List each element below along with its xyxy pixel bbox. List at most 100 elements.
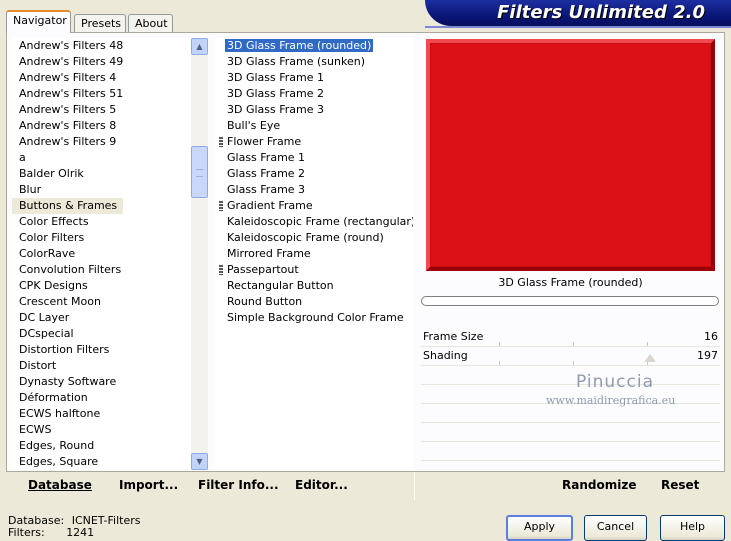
tab-navigator[interactable]: Navigator	[6, 10, 71, 33]
filter-item[interactable]: 3D Glass Frame 1	[215, 70, 413, 86]
param-empty-row	[421, 423, 720, 442]
category-item[interactable]: Andrew's Filters 4	[12, 70, 191, 86]
category-label: Distortion Filters	[19, 343, 110, 356]
category-label: Balder Olrik	[19, 167, 84, 180]
filter-item[interactable]: 3D Glass Frame 2	[215, 86, 413, 102]
scroll-thumb[interactable]	[191, 146, 208, 198]
category-item[interactable]: Distortion Filters	[12, 342, 191, 358]
category-label: Color Filters	[19, 231, 85, 244]
filter-item[interactable]: Mirrored Frame	[215, 246, 413, 262]
category-label: Blur	[19, 183, 42, 196]
category-item[interactable]: Convolution Filters	[12, 262, 191, 278]
category-item[interactable]: Buttons & Frames	[12, 198, 191, 214]
filter-label: Kaleidoscopic Frame (rectangular)	[227, 215, 413, 228]
category-item[interactable]: ECWS halftone	[12, 406, 191, 422]
category-scrollbar[interactable]: ▲ ▼	[191, 38, 208, 470]
randomize-button[interactable]: Randomize	[562, 478, 636, 492]
category-item[interactable]: ColorRave	[12, 246, 191, 262]
param-value: 197	[697, 349, 718, 362]
filter-label: Glass Frame 2	[227, 167, 306, 180]
filter-item[interactable]: 3D Glass Frame (rounded)	[215, 38, 413, 54]
filter-label: Flower Frame	[227, 135, 302, 148]
category-item[interactable]: Color Filters	[12, 230, 191, 246]
category-item[interactable]: Edges, Square	[12, 454, 191, 470]
category-label: Andrew's Filters 5	[19, 103, 117, 116]
category-item[interactable]: Blur	[12, 182, 191, 198]
category-item[interactable]: Andrew's Filters 8	[12, 118, 191, 134]
database-button[interactable]: Database	[28, 478, 92, 492]
filter-preview-image	[426, 39, 715, 271]
category-label: Andrew's Filters 9	[19, 135, 117, 148]
filter-item[interactable]: Passepartout	[215, 262, 413, 278]
category-item[interactable]: Color Effects	[12, 214, 191, 230]
filter-label: 3D Glass Frame (rounded)	[225, 39, 374, 52]
category-item[interactable]: Distort	[12, 358, 191, 374]
filter-label: 3D Glass Frame 3	[227, 103, 325, 116]
cancel-button[interactable]: Cancel	[584, 515, 647, 541]
category-item[interactable]: DC Layer	[12, 310, 191, 326]
filter-label: Kaleidoscopic Frame (round)	[227, 231, 384, 244]
param-frame-size[interactable]: Frame Size 16	[421, 328, 720, 347]
apply-button[interactable]: Apply	[506, 515, 573, 541]
filter-item[interactable]: Rectangular Button	[215, 278, 413, 294]
filter-label: Rectangular Button	[227, 279, 334, 292]
tab-presets[interactable]: Presets	[74, 14, 126, 32]
filter-list[interactable]: 3D Glass Frame (rounded) 3D Glass Frame (…	[215, 38, 413, 470]
category-label: a	[19, 151, 26, 164]
category-item[interactable]: Andrew's Filters 49	[12, 54, 191, 70]
category-list[interactable]: Andrew's Filters 48 Andrew's Filters 49 An…	[12, 38, 191, 470]
category-item[interactable]: ECWS	[12, 422, 191, 438]
help-button[interactable]: Help	[660, 515, 725, 541]
category-item[interactable]: Dynasty Software	[12, 374, 191, 390]
filter-item[interactable]: Round Button	[215, 294, 413, 310]
category-item[interactable]: DCspecial	[12, 326, 191, 342]
category-item[interactable]: a	[12, 150, 191, 166]
filter-item[interactable]: Glass Frame 2	[215, 166, 413, 182]
filter-label: 3D Glass Frame (sunken)	[227, 55, 365, 68]
filter-item[interactable]: 3D Glass Frame 3	[215, 102, 413, 118]
filter-item[interactable]: Glass Frame 1	[215, 150, 413, 166]
filter-label: Passepartout	[227, 263, 299, 276]
category-item[interactable]: Andrew's Filters 5	[12, 102, 191, 118]
tab-about[interactable]: About	[128, 14, 173, 32]
category-label: Andrew's Filters 51	[19, 87, 124, 100]
filter-label: Simple Background Color Frame	[227, 311, 404, 324]
category-item[interactable]: Andrew's Filters 48	[12, 38, 191, 54]
category-item[interactable]: Balder Olrik	[12, 166, 191, 182]
param-empty-row	[421, 366, 720, 385]
filter-item[interactable]: 3D Glass Frame (sunken)	[215, 54, 413, 70]
variant-marker-icon	[219, 137, 223, 147]
filter-item[interactable]: Simple Background Color Frame	[215, 310, 413, 326]
category-item[interactable]: CPK Designs	[12, 278, 191, 294]
filter-item[interactable]: Glass Frame 3	[215, 182, 413, 198]
editor-button[interactable]: Editor...	[295, 478, 348, 492]
watermark-url: www.maidiregrafica.eu	[546, 394, 676, 407]
reset-button[interactable]: Reset	[661, 478, 699, 492]
category-item[interactable]: Andrew's Filters 9	[12, 134, 191, 150]
param-label: Frame Size	[423, 330, 484, 343]
filter-item[interactable]: Kaleidoscopic Frame (round)	[215, 230, 413, 246]
category-item[interactable]: Edges, Round	[12, 438, 191, 454]
category-item[interactable]: Déformation	[12, 390, 191, 406]
filter-item[interactable]: Gradient Frame	[215, 198, 413, 214]
category-label: Edges, Square	[19, 455, 99, 468]
category-label: Andrew's Filters 48	[19, 39, 124, 52]
filter-item[interactable]: Kaleidoscopic Frame (rectangular)	[215, 214, 413, 230]
filter-label: Gradient Frame	[227, 199, 313, 212]
filter-info-button[interactable]: Filter Info...	[198, 478, 279, 492]
category-label: ECWS	[19, 423, 52, 436]
preview-filter-name: 3D Glass Frame (rounded)	[498, 276, 643, 289]
filter-item[interactable]: Bull's Eye	[215, 118, 413, 134]
param-shading[interactable]: Shading 197	[421, 347, 720, 366]
scroll-down-button[interactable]: ▼	[191, 453, 208, 470]
category-item[interactable]: Andrew's Filters 51	[12, 86, 191, 102]
category-label: Crescent Moon	[19, 295, 101, 308]
filter-item[interactable]: Flower Frame	[215, 134, 413, 150]
scroll-up-button[interactable]: ▲	[191, 38, 208, 55]
filter-label: Bull's Eye	[227, 119, 281, 132]
app-title-banner: Filters Unlimited 2.0	[425, 0, 731, 26]
category-item[interactable]: Crescent Moon	[12, 294, 191, 310]
category-label: Convolution Filters	[19, 263, 122, 276]
import-button[interactable]: Import...	[119, 478, 178, 492]
category-label: DC Layer	[19, 311, 70, 324]
